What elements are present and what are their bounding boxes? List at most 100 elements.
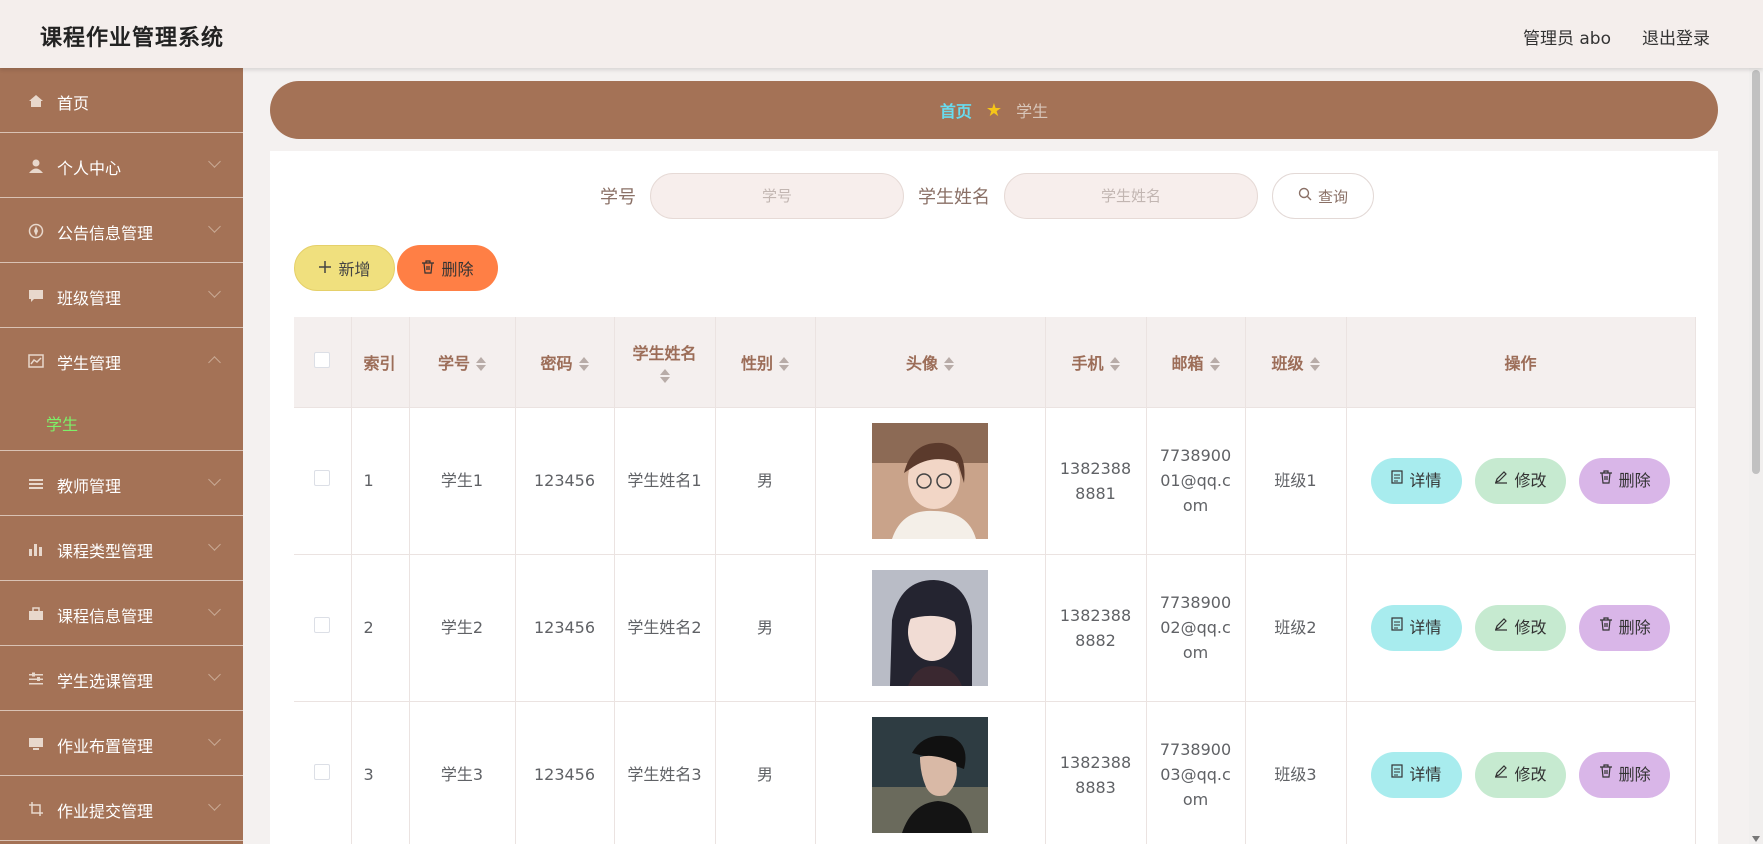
sort-icon[interactable] [1309,356,1320,372]
column-header-class[interactable]: 班级 [1245,317,1347,408]
sort-icon[interactable] [1109,356,1120,372]
header-label: 索引 [363,353,396,373]
sidebar-item-notice-management[interactable]: 公告信息管理 [0,198,243,263]
cell-password: 123456 [515,701,615,844]
sort-icon[interactable] [1209,356,1220,372]
row-delete-button[interactable]: 删除 [1579,457,1671,504]
column-header-avatar[interactable]: 头像 [815,317,1046,408]
detail-button[interactable]: 详情 [1370,604,1462,651]
pencil-icon [1494,762,1508,787]
row-delete-button-label: 删除 [1618,765,1651,784]
cell-name: 学生姓名2 [614,554,716,702]
sidebar-item-label: 个人中心 [57,159,122,178]
chat-icon [27,287,45,305]
header-label: 班级 [1271,353,1304,373]
chart-icon [27,352,45,370]
student-table: 索引 学号 密码 学生姓名 性别 头像 手机 邮箱 班级 操作 1 学生1 12… [294,317,1696,844]
cell-gender: 男 [715,554,816,702]
search-button-label: 查询 [1317,187,1348,206]
select-all-checkbox[interactable] [314,351,331,368]
detail-button-label: 详情 [1409,471,1442,490]
select-all-cell [294,317,352,408]
sidebar-item-course-selection-management[interactable]: 学生选课管理 [0,646,243,711]
sidebar-item-student-management[interactable]: 学生管理 [0,328,243,393]
batch-delete-button[interactable]: 删除 [397,245,498,291]
header-label: 手机 [1071,353,1104,373]
sort-icon[interactable] [578,356,589,372]
app-title: 课程作业管理系统 [40,26,225,51]
sidebar-item-label: 班级管理 [57,289,122,308]
plus-icon [318,259,332,278]
sort-icon[interactable] [779,356,789,372]
avatar[interactable] [872,716,988,833]
student-name-input[interactable] [1004,173,1258,219]
sidebar-subitem-student[interactable]: 学生 [0,393,243,451]
sidebar-item-label: 教师管理 [57,477,122,496]
edit-button[interactable]: 修改 [1475,751,1566,798]
edit-button[interactable]: 修改 [1475,604,1566,651]
row-checkbox[interactable] [314,470,331,486]
scrollbar-thumb[interactable] [1752,70,1760,474]
detail-button[interactable]: 详情 [1370,751,1462,798]
page-scrollbar[interactable] [1749,68,1763,844]
header-label: 操作 [1504,353,1537,373]
star-icon: ★ [985,99,1003,121]
column-header-email[interactable]: 邮箱 [1146,317,1246,408]
add-button[interactable]: 新增 [294,245,395,291]
sidebar-item-personal-center[interactable]: 个人中心 [0,133,243,198]
document-icon [1391,468,1403,493]
cell-phone: 13823888882 [1045,554,1147,702]
scroll-down-arrow-icon[interactable] [1752,836,1760,842]
chevron-down-icon [208,285,221,298]
column-header-actions: 操作 [1346,317,1696,408]
avatar[interactable] [872,569,988,686]
cell-class: 班级3 [1245,701,1347,844]
cell-class: 班级2 [1245,554,1347,702]
sidebar-item-submission-management[interactable]: 作业提交管理 [0,776,243,841]
edit-button[interactable]: 修改 [1475,457,1566,504]
column-header-gender[interactable]: 性别 [715,317,816,408]
trash-icon [1599,762,1613,787]
edit-button-label: 修改 [1514,765,1547,784]
sort-icon[interactable] [944,356,954,372]
breadcrumb-home[interactable]: 首页 [940,98,972,122]
search-icon [1298,187,1312,205]
sidebar-item-home[interactable]: 首页 [0,68,243,133]
column-header-phone[interactable]: 手机 [1045,317,1147,408]
row-checkbox[interactable] [314,764,331,780]
detail-button[interactable]: 详情 [1370,457,1462,504]
logout-link[interactable]: 退出登录 [1642,24,1710,49]
row-delete-button[interactable]: 删除 [1579,604,1671,651]
student-no-input[interactable] [650,173,904,219]
document-icon [1391,762,1403,787]
search-button[interactable]: 查询 [1272,173,1374,219]
cell-index: 2 [351,554,410,702]
sidebar-item-class-management[interactable]: 班级管理 [0,263,243,328]
sidebar-item-assignment-management[interactable]: 作业布置管理 [0,711,243,776]
cell-phone: 13823888881 [1045,407,1147,555]
row-checkbox[interactable] [314,617,331,633]
table-row: 1 学生1 123456 学生姓名1 男 13823888881 7738900… [294,407,1696,555]
sort-icon[interactable] [476,356,486,372]
student-no-label: 学号 [600,187,636,208]
avatar[interactable] [872,422,988,539]
sidebar-item-course-type-management[interactable]: 课程类型管理 [0,516,243,581]
batch-delete-label: 删除 [441,260,474,279]
chevron-down-icon [208,668,221,681]
row-delete-button[interactable]: 删除 [1579,751,1671,798]
chevron-up-icon [208,356,221,369]
top-header: 课程作业管理系统 管理员 abo 退出登录 [0,0,1763,68]
cell-index: 1 [351,407,410,555]
header-label: 学生姓名 [632,343,697,363]
compass-icon [27,222,45,240]
header-label: 性别 [740,353,773,373]
header-label: 邮箱 [1171,353,1204,373]
sidebar-item-teacher-management[interactable]: 教师管理 [0,451,243,516]
column-header-password[interactable]: 密码 [515,317,615,408]
sidebar-item-course-info-management[interactable]: 课程信息管理 [0,581,243,646]
column-header-name[interactable]: 学生姓名 [614,317,716,408]
column-header-student-no[interactable]: 学号 [409,317,516,408]
sort-icon[interactable] [659,368,670,384]
table-row: 2 学生2 123456 学生姓名2 男 13823888882 7738900… [294,554,1696,702]
row-delete-button-label: 删除 [1618,618,1651,637]
